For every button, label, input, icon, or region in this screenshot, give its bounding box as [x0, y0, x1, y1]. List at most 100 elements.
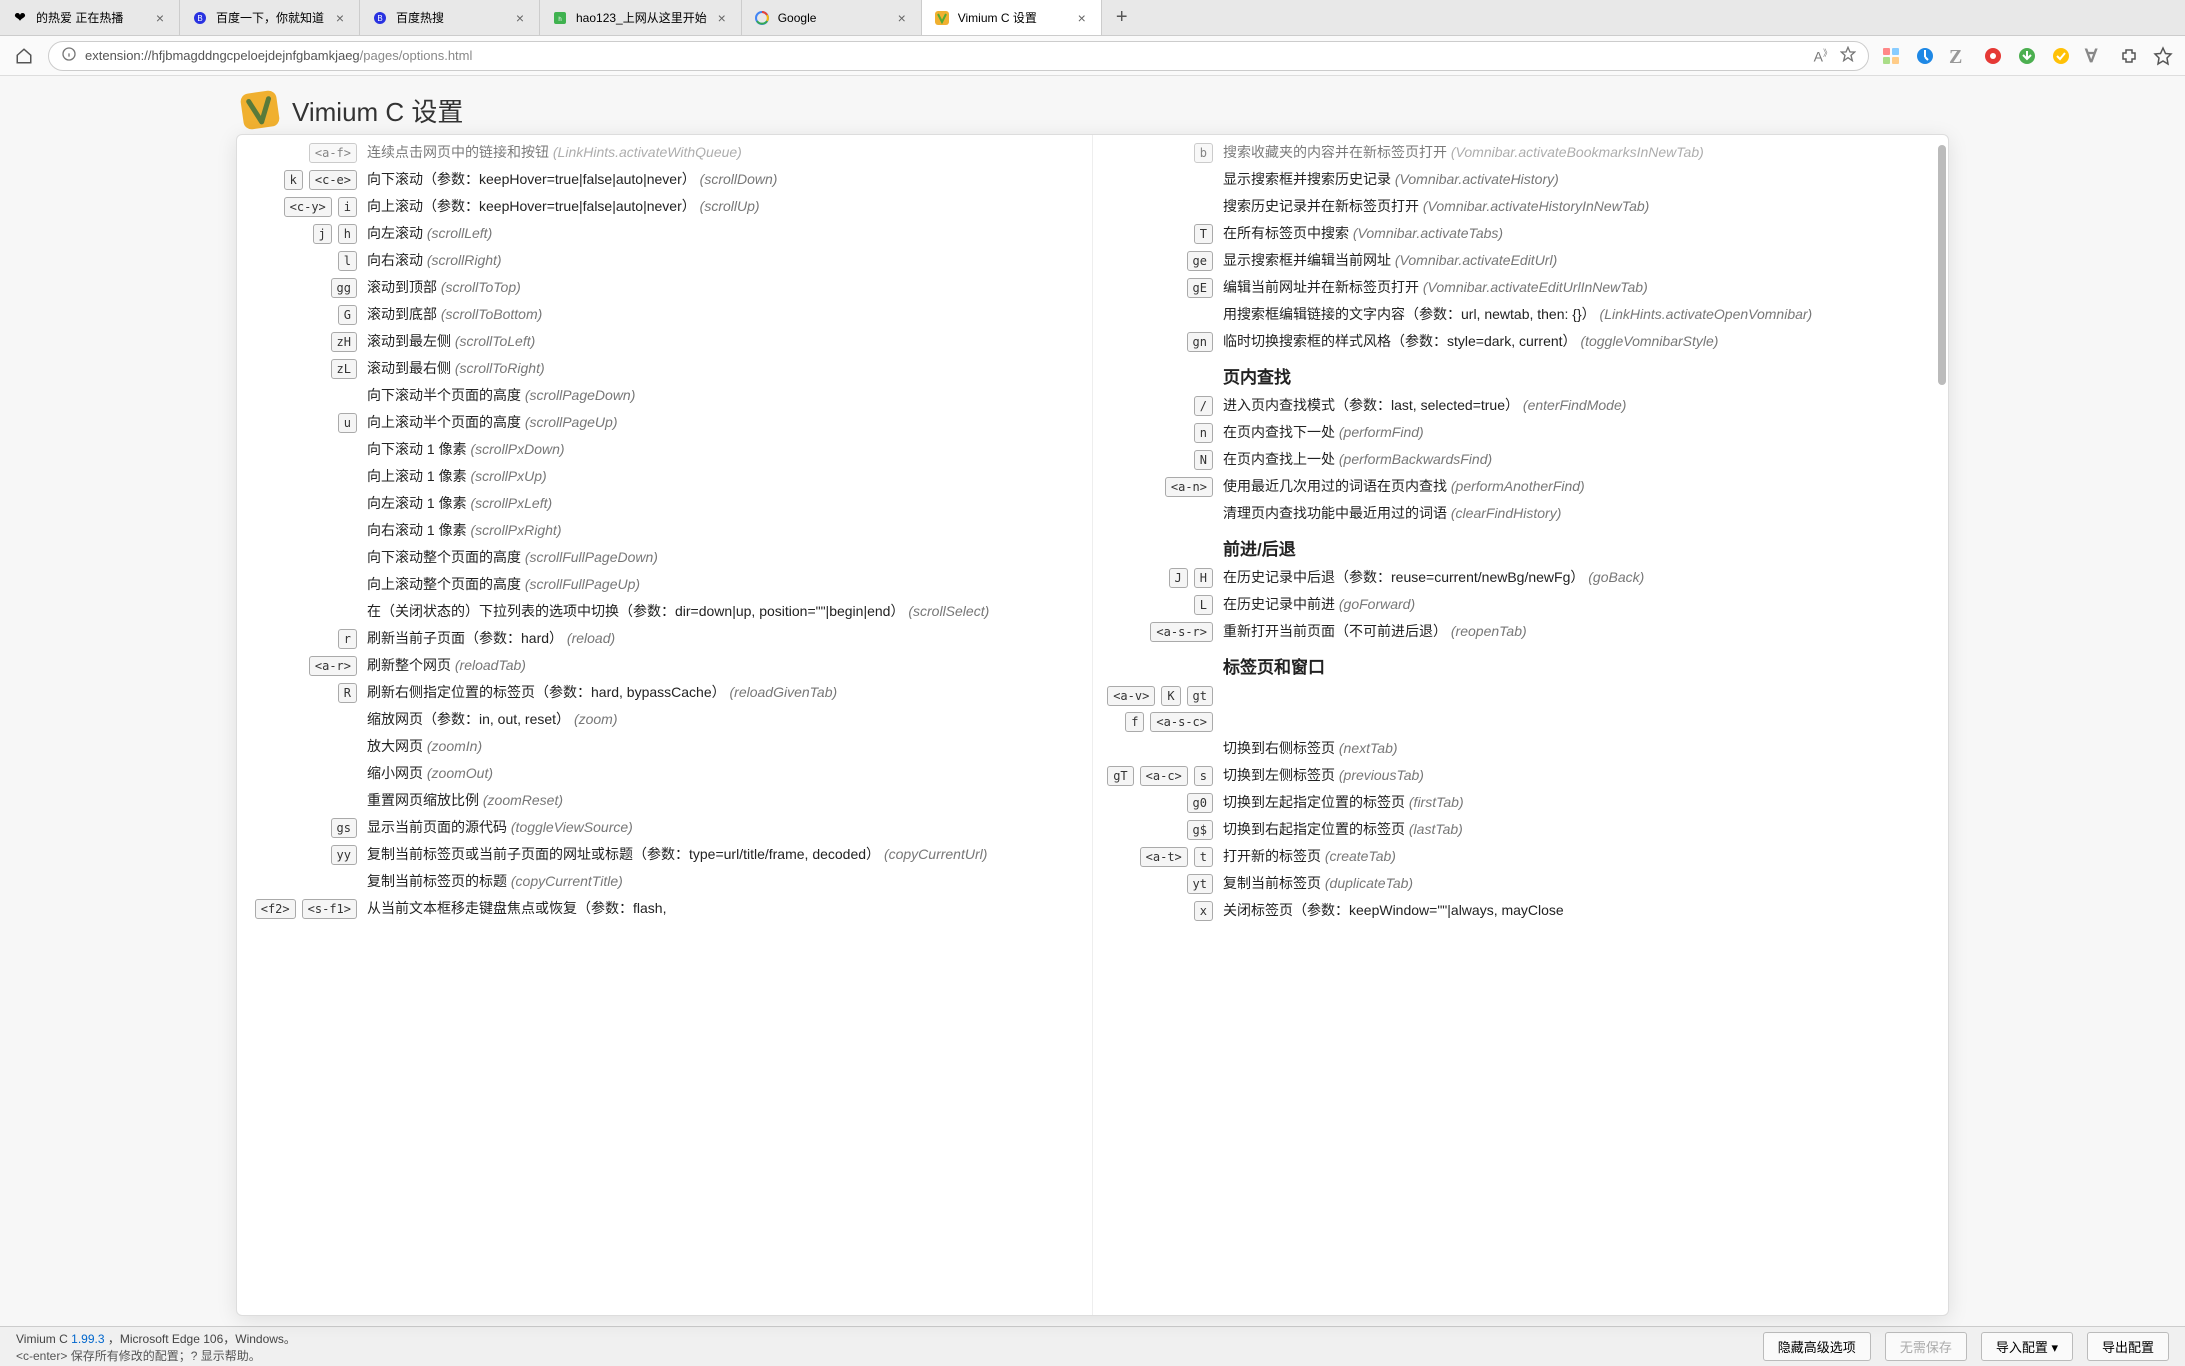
- command-row: gg滚动到顶部 (scrollToTop): [237, 274, 1092, 301]
- command-row: 向右滚动 1 像素 (scrollPxRight): [237, 517, 1092, 544]
- command-desc: 用搜索框编辑链接的文字内容（参数：url, newtab, then: {}） …: [1223, 304, 1938, 325]
- keys: [1093, 196, 1223, 197]
- keys: k<c-e>: [237, 169, 367, 190]
- command-row: r刷新当前子页面（参数：hard） (reload): [237, 625, 1092, 652]
- keys: L: [1093, 594, 1223, 615]
- close-icon[interactable]: ×: [153, 11, 167, 25]
- toolbar-icons: Z ∀: [1877, 42, 2177, 70]
- url-input[interactable]: extension://hfjbmagddngcpeloejdejnfgbamk…: [48, 41, 1869, 71]
- keys: [237, 493, 367, 494]
- command-desc: 向下滚动 1 像素 (scrollPxDown): [367, 439, 1082, 460]
- keys: N: [1093, 449, 1223, 470]
- command-desc: 切换到右侧标签页 (nextTab): [1223, 738, 1938, 759]
- page-content: " /' " 的 会停 式； 次 Vimium C 设置 <a-f>连续点击网页…: [0, 76, 2185, 1326]
- keys: g$: [1093, 819, 1223, 840]
- command-row: 切换到右侧标签页 (nextTab): [1093, 735, 1948, 762]
- command-desc: 刷新整个网页 (reloadTab): [367, 655, 1082, 676]
- command-row: <c-y>i向上滚动（参数：keepHover=true|false|auto|…: [237, 193, 1092, 220]
- footer-hint: <c-enter> 保存所有修改的配置；? 显示帮助。: [16, 1347, 296, 1364]
- command-desc: 切换到右起指定位置的标签页 (lastTab): [1223, 819, 1938, 840]
- version-link[interactable]: 1.99.3: [71, 1332, 104, 1346]
- command-desc: 切换到左起指定位置的标签页 (firstTab): [1223, 792, 1938, 813]
- ext-icon-1[interactable]: [1877, 42, 1905, 70]
- tab-0[interactable]: ❤ 的热爱 正在热播 ×: [0, 0, 180, 35]
- tab-1[interactable]: B 百度一下，你就知道 ×: [180, 0, 360, 35]
- command-row: 缩小网页 (zoomOut): [237, 760, 1092, 787]
- command-row: 放大网页 (zoomIn): [237, 733, 1092, 760]
- close-icon[interactable]: ×: [513, 11, 527, 25]
- ext-icon-7[interactable]: ∀: [2081, 42, 2109, 70]
- command-desc: 向左滚动 (scrollLeft): [367, 223, 1082, 244]
- command-row: x关闭标签页（参数：keepWindow=""|always, mayClose: [1093, 897, 1948, 924]
- command-row: gE编辑当前网址并在新标签页打开 (Vomnibar.activateEditU…: [1093, 274, 1948, 301]
- reader-icon[interactable]: A》: [1814, 46, 1832, 65]
- ext-icon-5[interactable]: [2013, 42, 2041, 70]
- key-badge: <a-c>: [1140, 766, 1188, 786]
- command-desc: 复制当前标签页 (duplicateTab): [1223, 873, 1938, 894]
- help-dialog: <a-f>连续点击网页中的链接和按钮 (LinkHints.activateWi…: [236, 134, 1949, 1316]
- keys: gg: [237, 277, 367, 298]
- key-badge: f: [1125, 712, 1144, 732]
- key-badge: <a-t>: [1140, 847, 1188, 867]
- ext-icon-3[interactable]: Z: [1945, 42, 1973, 70]
- keys: [237, 601, 367, 602]
- command-desc: 在历史记录中前进 (goForward): [1223, 594, 1938, 615]
- keys: <a-n>: [1093, 476, 1223, 497]
- command-row: 向上滚动整个页面的高度 (scrollFullPageUp): [237, 571, 1092, 598]
- export-button[interactable]: 导出配置: [2087, 1332, 2169, 1361]
- hide-advanced-button[interactable]: 隐藏高级选项: [1763, 1332, 1871, 1361]
- keys: zH: [237, 331, 367, 352]
- command-desc: 显示搜索框并编辑当前网址 (Vomnibar.activateEditUrl): [1223, 250, 1938, 271]
- command-row: 向上滚动 1 像素 (scrollPxUp): [237, 463, 1092, 490]
- command-desc: 滚动到最左侧 (scrollToLeft): [367, 331, 1082, 352]
- command-row: G滚动到底部 (scrollToBottom): [237, 301, 1092, 328]
- key-badge: <c-e>: [309, 170, 357, 190]
- ext-icon-4[interactable]: [1979, 42, 2007, 70]
- command-row: l向右滚动 (scrollRight): [237, 247, 1092, 274]
- product-name: Vimium C: [16, 1332, 68, 1346]
- command-row: R刷新右侧指定位置的标签页（参数：hard, bypassCache） (rel…: [237, 679, 1092, 706]
- tab-2[interactable]: B 百度热搜 ×: [360, 0, 540, 35]
- close-icon[interactable]: ×: [333, 11, 347, 25]
- section-header: 标签页和窗口: [1093, 645, 1948, 682]
- key-badge: j: [313, 224, 332, 244]
- command-desc: 向下滚动半个页面的高度 (scrollPageDown): [367, 385, 1082, 406]
- import-button[interactable]: 导入配置 ▾: [1981, 1332, 2073, 1361]
- keys: [1093, 304, 1223, 305]
- save-button[interactable]: 无需保存: [1885, 1332, 1967, 1361]
- key-badge: <s-f1>: [302, 899, 357, 919]
- ext-icon-6[interactable]: [2047, 42, 2075, 70]
- command-desc: 搜索历史记录并在新标签页打开 (Vomnibar.activateHistory…: [1223, 196, 1938, 217]
- close-icon[interactable]: ×: [895, 11, 909, 25]
- tab-3[interactable]: h hao123_上网从这里开始 ×: [540, 0, 742, 35]
- ext-icon-2[interactable]: [1911, 42, 1939, 70]
- address-bar: extension://hfjbmagddngcpeloejdejnfgbamk…: [0, 36, 2185, 76]
- extensions-button[interactable]: [2115, 42, 2143, 70]
- keys: <a-f>: [237, 142, 367, 163]
- key-badge: gn: [1187, 332, 1213, 352]
- keys: [237, 709, 367, 710]
- command-desc: 搜索收藏夹的内容并在新标签页打开 (Vomnibar.activateBookm…: [1223, 142, 1938, 163]
- command-desc: 复制当前标签页的标题 (copyCurrentTitle): [367, 871, 1082, 892]
- key-badge: s: [1194, 766, 1213, 786]
- command-row: 显示搜索框并搜索历史记录 (Vomnibar.activateHistory): [1093, 166, 1948, 193]
- close-icon[interactable]: ×: [715, 11, 729, 25]
- scrollbar[interactable]: [1938, 145, 1946, 385]
- favorites-button[interactable]: [2149, 42, 2177, 70]
- tab-4[interactable]: Google ×: [742, 0, 922, 35]
- new-tab-button[interactable]: +: [1102, 0, 1142, 35]
- footer-info: Vimium C 1.99.3 ，Microsoft Edge 106，Wind…: [16, 1330, 296, 1364]
- command-row: yt复制当前标签页 (duplicateTab): [1093, 870, 1948, 897]
- favorite-icon[interactable]: [1840, 46, 1856, 65]
- home-button[interactable]: [8, 40, 40, 72]
- command-row: 用搜索框编辑链接的文字内容（参数：url, newtab, then: {}） …: [1093, 301, 1948, 328]
- keys: yy: [237, 844, 367, 865]
- keys: [1093, 503, 1223, 504]
- keys: yt: [1093, 873, 1223, 894]
- tab-5[interactable]: Vimium C 设置 ×: [922, 0, 1102, 35]
- command-row: /进入页内查找模式（参数：last, selected=true） (enter…: [1093, 392, 1948, 419]
- close-icon[interactable]: ×: [1075, 11, 1089, 25]
- keys: [1093, 738, 1223, 739]
- info-icon[interactable]: [61, 46, 77, 65]
- key-badge: <a-s-r>: [1150, 622, 1213, 642]
